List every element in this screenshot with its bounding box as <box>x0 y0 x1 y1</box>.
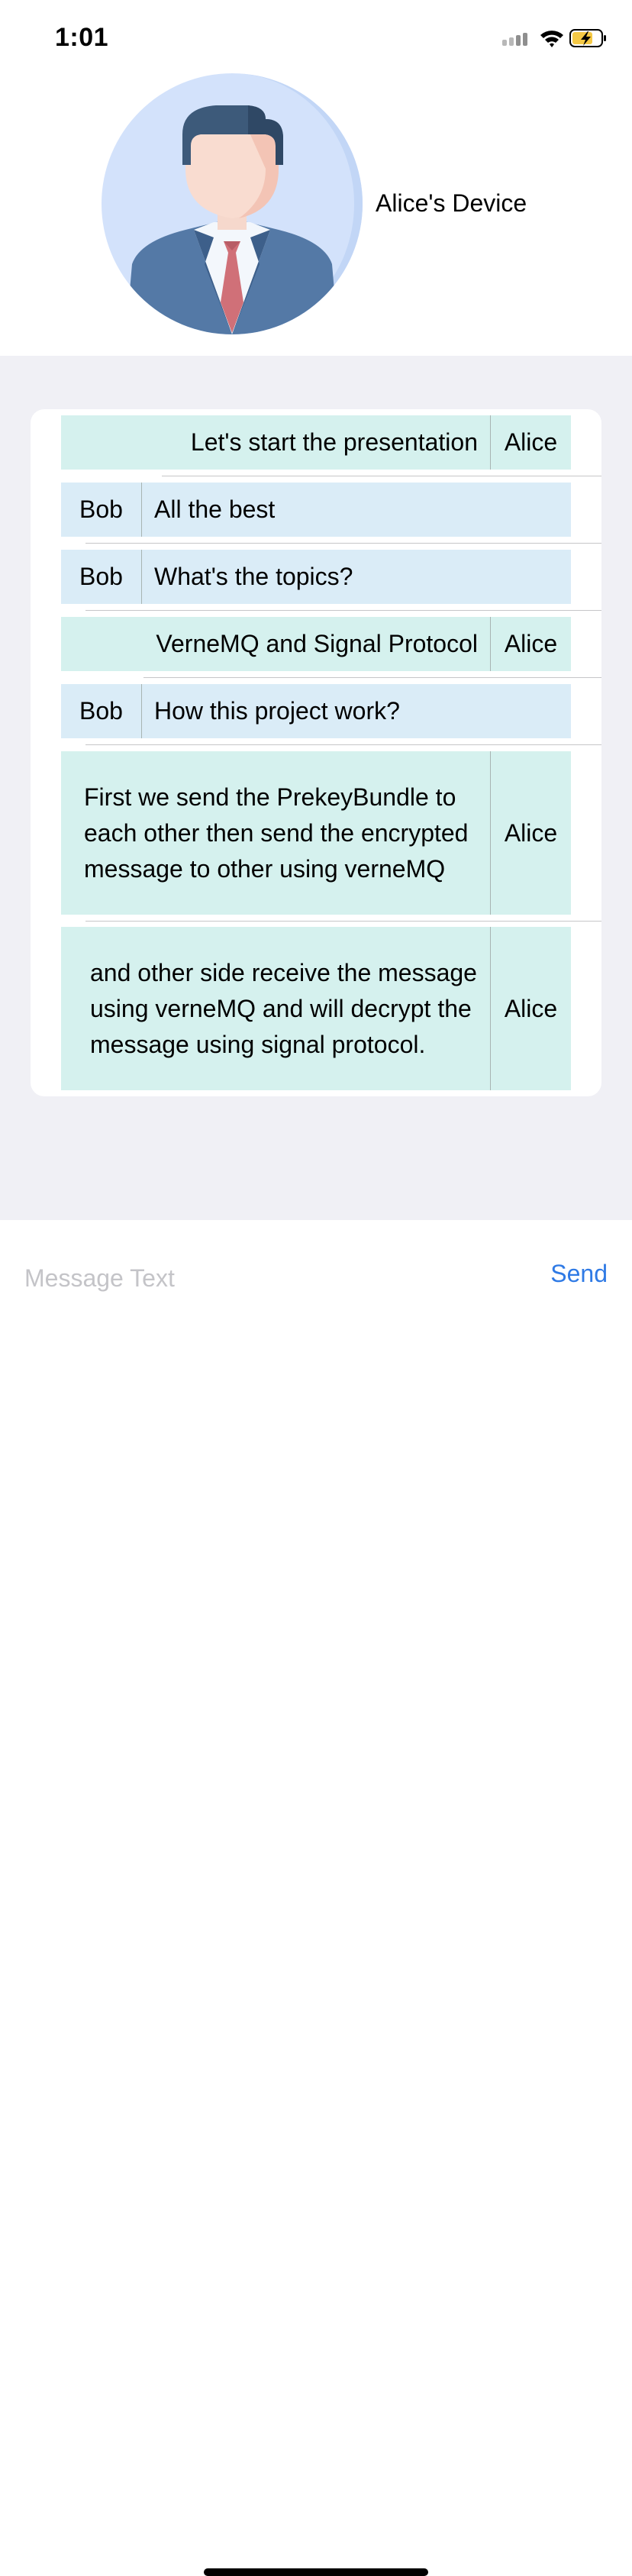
message-row-alice[interactable]: Let's start the presentation Alice <box>61 415 571 470</box>
message-sender: Alice <box>490 927 571 1090</box>
message-list[interactable]: Let's start the presentation Alice Bob A… <box>31 409 601 1096</box>
message-sender: Bob <box>61 684 142 738</box>
device-name: Alice's Device <box>376 189 527 217</box>
row-divider <box>143 677 601 678</box>
row-divider <box>85 543 601 544</box>
message-sender: Bob <box>61 550 142 604</box>
message-sender: Alice <box>490 751 571 915</box>
cellular-signal-icon <box>502 33 527 46</box>
message-text-input[interactable] <box>24 1261 482 1295</box>
send-button[interactable]: Send <box>550 1260 608 1288</box>
message-row-bob[interactable]: Bob All the best <box>61 483 571 537</box>
message-composer: Send <box>0 1220 632 2576</box>
status-time: 1:01 <box>55 23 109 52</box>
message-sender: Alice <box>490 617 571 671</box>
businessman-avatar-icon <box>102 73 363 334</box>
message-text: VerneMQ and Signal Protocol <box>156 630 478 657</box>
message-sender: Alice <box>490 415 571 470</box>
message-row-alice[interactable]: First we send the PrekeyBundle to each o… <box>61 751 571 915</box>
row-divider <box>85 610 601 611</box>
message-row-alice[interactable]: and other side receive the message using… <box>61 927 571 1090</box>
row-divider <box>85 921 601 922</box>
battery-charging-icon <box>569 29 606 47</box>
message-text: How this project work? <box>154 697 400 725</box>
chat-area: Let's start the presentation Alice Bob A… <box>0 356 632 1220</box>
message-text: Let's start the presentation <box>190 428 478 456</box>
message-row-bob[interactable]: Bob How this project work? <box>61 684 571 738</box>
wifi-icon <box>540 31 563 47</box>
status-bar: 1:01 <box>0 0 632 73</box>
device-header: Alice's Device <box>0 73 632 356</box>
message-row-alice[interactable]: VerneMQ and Signal Protocol Alice <box>61 617 571 671</box>
message-text: All the best <box>154 496 276 523</box>
message-text: What's the topics? <box>154 563 353 590</box>
status-icons <box>501 26 608 52</box>
row-divider <box>85 744 601 745</box>
message-row-bob[interactable]: Bob What's the topics? <box>61 550 571 604</box>
home-indicator <box>204 2568 428 2576</box>
message-text: First we send the PrekeyBundle to each o… <box>84 783 469 883</box>
message-text: and other side receive the message using… <box>90 958 477 1058</box>
message-sender: Bob <box>61 483 142 537</box>
